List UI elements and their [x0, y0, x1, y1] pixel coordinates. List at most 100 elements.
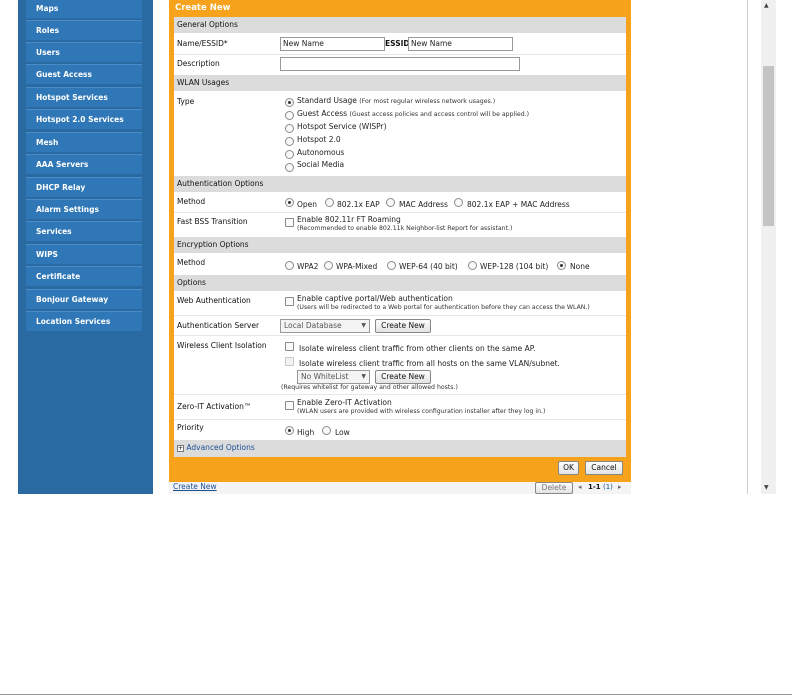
auth-8021x-mac-label: 802.1x EAP + MAC Address — [467, 200, 570, 209]
chevron-down-icon: ▼ — [361, 373, 366, 380]
type-guest-label: Guest Access — [297, 109, 348, 118]
isolation-vlan-checkbox[interactable] — [285, 357, 294, 366]
zero-it-checkbox[interactable] — [285, 401, 294, 410]
scroll-up-icon[interactable]: ▲ — [764, 2, 769, 9]
name-essid-label: Name/ESSID* — [177, 39, 228, 48]
dialog-form: General Options Name/ESSID* New Name ESS… — [174, 17, 626, 457]
enc-wpa2-radio[interactable] — [285, 261, 294, 270]
scroll-thumb[interactable] — [763, 66, 774, 226]
isolation-same-ap-label: Isolate wireless client traffic from oth… — [299, 344, 536, 353]
enc-wpa2-label: WPA2 — [297, 262, 319, 271]
type-guest-radio[interactable] — [285, 111, 294, 120]
sidebar-item-hotspot-services[interactable]: Hotspot Services — [26, 87, 142, 107]
auth-8021x-label: 802.1x EAP — [337, 200, 380, 209]
client-isolation-label: Wireless Client Isolation — [177, 341, 267, 350]
fbt-checkbox[interactable] — [285, 218, 294, 227]
section-authentication-options: Authentication Options — [174, 176, 626, 192]
sidebar-item-dhcp-relay[interactable]: DHCP Relay — [26, 177, 142, 197]
type-standard-label: Standard Usage — [297, 96, 357, 105]
expand-icon: + — [177, 444, 184, 452]
auth-method-label: Method — [177, 197, 206, 206]
zero-it-option-label: Enable Zero-IT Activation — [297, 398, 392, 407]
isolation-vlan-label: Isolate wireless client traffic from all… — [299, 359, 560, 368]
description-label: Description — [177, 59, 220, 68]
divider — [174, 54, 626, 55]
priority-high-radio[interactable] — [285, 426, 294, 435]
type-label: Type — [177, 97, 195, 106]
enc-wpa-mixed-label: WPA-Mixed — [336, 262, 378, 271]
sidebar-item-certificate[interactable]: Certificate — [26, 266, 142, 286]
auth-server-label: Authentication Server — [177, 321, 260, 330]
zero-it-note: (WLAN users are provided with wireless c… — [297, 408, 546, 415]
sidebar-item-bonjour-gateway[interactable]: Bonjour Gateway — [26, 289, 142, 309]
enc-none-radio[interactable] — [557, 261, 566, 270]
fbt-option-label: Enable 802.11r FT Roaming — [297, 215, 401, 224]
fbt-note: (Recommended to enable 802.11k Neighbor-… — [297, 225, 513, 232]
web-auth-checkbox[interactable] — [285, 297, 294, 306]
sidebar-item-guest-access[interactable]: Guest Access — [26, 64, 142, 84]
fbt-label: Fast BSS Transition — [177, 217, 248, 226]
section-options: Options — [174, 275, 626, 291]
type-standard-note: (For most regular wireless network usage… — [359, 98, 496, 105]
sidebar-item-aaa-servers[interactable]: AAA Servers — [26, 154, 142, 174]
sidebar-item-location-services[interactable]: Location Services — [26, 311, 142, 331]
section-wlan-usages: WLAN Usages — [174, 75, 626, 91]
chevron-down-icon: ▼ — [361, 322, 366, 329]
sidebar-item-alarm-settings[interactable]: Alarm Settings — [26, 199, 142, 219]
encryption-method-label: Method — [177, 258, 206, 267]
sidebar-item-hotspot-20-services[interactable]: Hotspot 2.0 Services — [26, 109, 142, 129]
name-input[interactable]: New Name — [280, 37, 385, 51]
enc-wep64-radio[interactable] — [387, 261, 396, 270]
auth-8021x-mac-radio[interactable] — [454, 198, 463, 207]
prev-page-icon[interactable]: ◂ — [578, 483, 582, 491]
whitelist-value: No WhiteList — [301, 372, 349, 381]
enc-wep128-radio[interactable] — [468, 261, 477, 270]
auth-open-radio[interactable] — [285, 198, 294, 207]
auth-server-create-new-button[interactable]: Create New — [375, 319, 431, 333]
auth-8021x-radio[interactable] — [325, 198, 334, 207]
whitelist-create-new-button[interactable]: Create New — [375, 370, 431, 384]
sidebar-item-users[interactable]: Users — [26, 42, 142, 62]
create-new-link[interactable]: Create New — [173, 482, 217, 491]
ok-button[interactable]: OK — [558, 461, 579, 475]
enc-wpa-mixed-radio[interactable] — [324, 261, 333, 270]
priority-high-label: High — [297, 428, 315, 437]
type-hotspot20-radio[interactable] — [285, 137, 294, 146]
bottom-divider — [0, 694, 792, 695]
type-hotspot-radio[interactable] — [285, 124, 294, 133]
delete-button[interactable]: Delete — [535, 482, 573, 494]
priority-low-radio[interactable] — [322, 426, 331, 435]
enc-none-label: None — [570, 262, 590, 271]
auth-server-select[interactable]: Local Database ▼ — [280, 319, 370, 333]
type-guest-note: (Guest access policies and access contro… — [349, 111, 530, 118]
content-border — [747, 0, 748, 494]
essid-input[interactable]: New Name — [408, 37, 513, 51]
type-autonomous-radio[interactable] — [285, 150, 294, 159]
priority-label: Priority — [177, 423, 204, 432]
description-input[interactable] — [280, 57, 520, 71]
sidebar-item-maps[interactable]: Maps — [26, 0, 142, 18]
page-scrollbar[interactable]: ▲ ▼ — [761, 0, 776, 494]
type-hotspot20-label: Hotspot 2.0 — [297, 135, 341, 144]
type-social-radio[interactable] — [285, 163, 294, 172]
sidebar-item-wips[interactable]: WIPS — [26, 244, 142, 264]
enc-wep128-label: WEP-128 (104 bit) — [480, 262, 549, 271]
advanced-options-row[interactable]: + Advanced Options — [174, 440, 626, 457]
web-auth-option-label: Enable captive portal/Web authentication — [297, 294, 453, 303]
next-page-icon[interactable]: ▸ — [618, 483, 622, 491]
auth-server-value: Local Database — [284, 321, 342, 330]
type-standard-radio[interactable] — [285, 98, 294, 107]
sidebar-item-services[interactable]: Services — [26, 221, 142, 241]
isolation-same-ap-checkbox[interactable] — [285, 342, 294, 351]
advanced-options-link[interactable]: Advanced Options — [186, 443, 254, 452]
whitelist-select[interactable]: No WhiteList ▼ — [297, 370, 370, 384]
sidebar-item-roles[interactable]: Roles — [26, 20, 142, 40]
auth-mac-radio[interactable] — [386, 198, 395, 207]
divider — [174, 212, 626, 213]
divider — [174, 394, 626, 395]
cancel-button[interactable]: Cancel — [585, 461, 623, 475]
scroll-down-icon[interactable]: ▼ — [764, 484, 769, 491]
sidebar-item-mesh[interactable]: Mesh — [26, 132, 142, 152]
priority-low-label: Low — [335, 428, 350, 437]
sidebar-nav: Maps Roles Users Guest Access Hotspot Se… — [18, 0, 153, 494]
